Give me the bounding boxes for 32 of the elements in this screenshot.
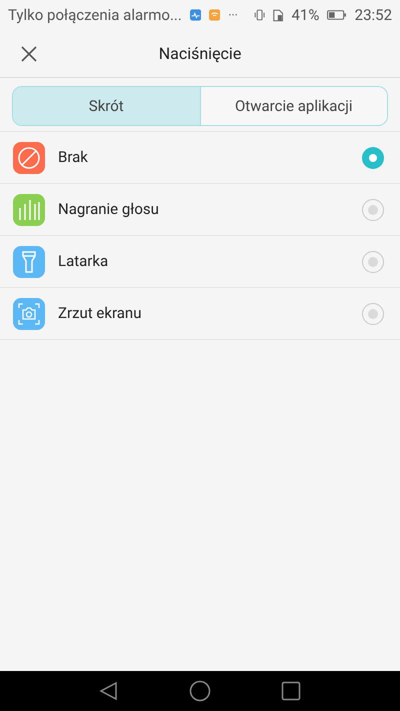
option-row[interactable]: Zrzut ekranu <box>0 288 400 340</box>
radio-button[interactable] <box>362 302 384 324</box>
sound-bars-icon <box>13 194 45 226</box>
option-label: Nagranie głosu <box>58 199 160 220</box>
page-title: Naciśnięcie <box>158 42 242 64</box>
option-label: Latarka <box>58 251 110 272</box>
tab[interactable]: Skrót <box>13 87 200 125</box>
clock-time: 23:52 <box>354 4 392 26</box>
option-label: Zrzut ekranu <box>58 303 142 324</box>
battery-percent: 41% <box>291 4 320 26</box>
back-icon[interactable] <box>99 681 119 701</box>
close-icon <box>21 46 37 62</box>
prohibited-icon <box>13 142 45 174</box>
tab[interactable]: Otwarcie aplikacji <box>200 87 387 125</box>
option-label: Brak <box>58 147 89 168</box>
radio-button[interactable] <box>362 146 384 168</box>
health-app-icon <box>190 8 202 22</box>
vibrate-icon <box>254 8 266 22</box>
camera-icon <box>13 298 45 330</box>
radio-button[interactable] <box>362 198 384 220</box>
flashlight-icon <box>13 246 45 278</box>
notification-text: Tylko połączenia alarmo... <box>8 4 182 26</box>
option-row[interactable]: Latarka <box>0 236 400 288</box>
option-row[interactable]: Brak <box>0 132 400 184</box>
option-row[interactable]: Nagranie głosu <box>0 184 400 236</box>
more-notifications-text: ··· <box>228 7 238 24</box>
recent-apps-icon[interactable] <box>281 681 301 701</box>
home-icon[interactable] <box>189 680 211 702</box>
radio-button[interactable] <box>362 250 384 272</box>
battery-icon <box>327 9 347 21</box>
sim-card-icon <box>273 8 284 22</box>
wifi-app-icon <box>209 8 220 22</box>
